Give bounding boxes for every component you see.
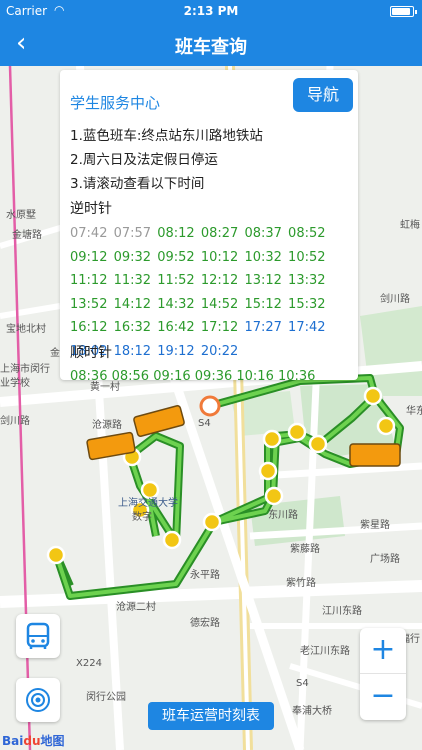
nav-bar: ‹ 班车查询 [0,22,422,66]
departure-time: 08:27 [200,226,239,241]
map-label: 紫竹路 [286,578,316,589]
map-label: 上海交通大学 [118,498,178,509]
note-line: 1.蓝色班车:终点站东川路地铁站 [70,128,263,144]
departure-time: 13:52 [70,296,108,312]
departure-time: 09:52 [157,249,195,265]
map-label: 东川路 [268,510,298,521]
map-label: 紫藤路 [290,544,320,555]
departure-time: 10:32 [244,249,282,265]
stop-name: 学生服务中心 [70,94,161,112]
departure-time: 17:27 [244,320,282,335]
map-label: 黄一村 [90,382,120,393]
bus-icon [26,622,50,649]
map-label: 紫星路 [360,520,390,531]
map-label: 江川东路 [322,606,362,617]
status-bar: Carrier ◠ 2:13 PM [0,0,422,22]
departure-time: 16:12 [70,320,108,335]
departure-time: 16:42 [157,320,195,335]
logo-paw: du [23,734,41,748]
map-label: S4 [198,418,211,429]
battery-level [392,8,410,15]
map-label: 闵行公园 [86,692,126,703]
map-label: 德宏路 [190,618,220,629]
departure-time: 11:12 [70,273,108,288]
zoom-controls: + − [360,628,406,720]
bus-layer-button[interactable] [16,614,60,658]
map-label: 广场路 [370,554,400,565]
clock: 2:13 PM [183,4,239,18]
map-label: 老江川东路 [300,646,350,657]
counterclockwise-times: 07:42 07:57 08:12 08:27 08:37 08:52 09:1… [70,222,352,359]
departure-time: 11:52 [157,273,195,288]
map-label: 业学校 [0,378,30,389]
map-label: 水原墅 [6,210,36,221]
locate-icon [26,688,50,712]
departure-time: 19:12 [157,343,195,359]
departure-time: 20:22 [200,343,239,359]
baidu-logo: Baidu地图 [2,732,65,749]
map-label: 剑川路 [0,416,30,427]
departure-time: 13:32 [288,273,326,288]
note-line: 3.请滚动查看以下时间 [70,176,205,192]
map-label: 虹梅 [400,220,420,231]
departure-time: 07:57 [113,226,152,241]
map-label: 奉浦大桥 [292,706,332,717]
departure-time: 18:12 [113,343,152,359]
departure-time: 11:32 [113,273,152,288]
departure-time: 15:32 [288,296,326,312]
zoom-in-button[interactable]: + [360,628,406,674]
map-label: 宝地北村 [6,324,46,335]
stop-info-card: 学生服务中心 导航 1.蓝色班车:终点站东川路地铁站 2.周六日及法定假日停运 … [60,70,358,380]
map-label: 沧源二村 [116,602,156,613]
departure-time: 10:52 [288,249,326,265]
map-label: 沧源路 [92,420,122,431]
map-label: X224 [76,658,102,669]
departure-time: 15:12 [244,296,282,312]
page-title: 班车查询 [175,37,247,58]
departure-time: 08:37 [244,226,282,241]
departure-time: 17:12 [200,320,239,335]
navigate-button[interactable]: 导航 [293,78,353,112]
note-line: 2.周六日及法定假日停运 [70,152,218,168]
timetable-button[interactable]: 班车运营时刻表 [148,702,274,730]
map-label: 剑川路 [380,294,410,305]
departure-time: 09:32 [113,249,152,265]
departure-time: 16:32 [113,320,152,335]
map-label: 华东 [406,406,422,417]
map-label: 金塘路 [12,230,42,241]
counterclockwise-label: 逆时针 [70,201,112,217]
map-label: 数字 [132,512,152,523]
departure-time: 13:12 [244,273,282,288]
departure-time: 17:42 [288,320,326,335]
logo-suffix: 地图 [40,734,65,748]
clockwise-times: 08:36 08:56 09:16 09:36 10:16 10:36 [70,369,316,380]
map-label: 永平路 [190,570,220,581]
schedule-notes[interactable]: 1.蓝色班车:终点站东川路地铁站 2.周六日及法定假日停运 3.请滚动查看以下时… [70,124,350,380]
departure-time: 12:12 [200,273,239,288]
locate-button[interactable] [16,678,60,722]
departure-time: 08:12 [157,226,195,241]
departure-time: 07:42 [70,226,108,241]
departure-time: 09:12 [70,249,108,265]
map-label: S4 [296,678,309,689]
map-label: 上海市闵行 [0,364,50,375]
battery-icon [390,6,417,17]
logo-text: Bai [2,734,24,748]
zoom-out-button[interactable]: − [360,674,406,720]
departure-time: 14:52 [200,296,239,312]
departure-time: 08:52 [288,226,326,241]
departure-time: 14:12 [113,296,152,312]
departure-time: 10:12 [200,249,239,265]
departure-time: 14:32 [157,296,195,312]
